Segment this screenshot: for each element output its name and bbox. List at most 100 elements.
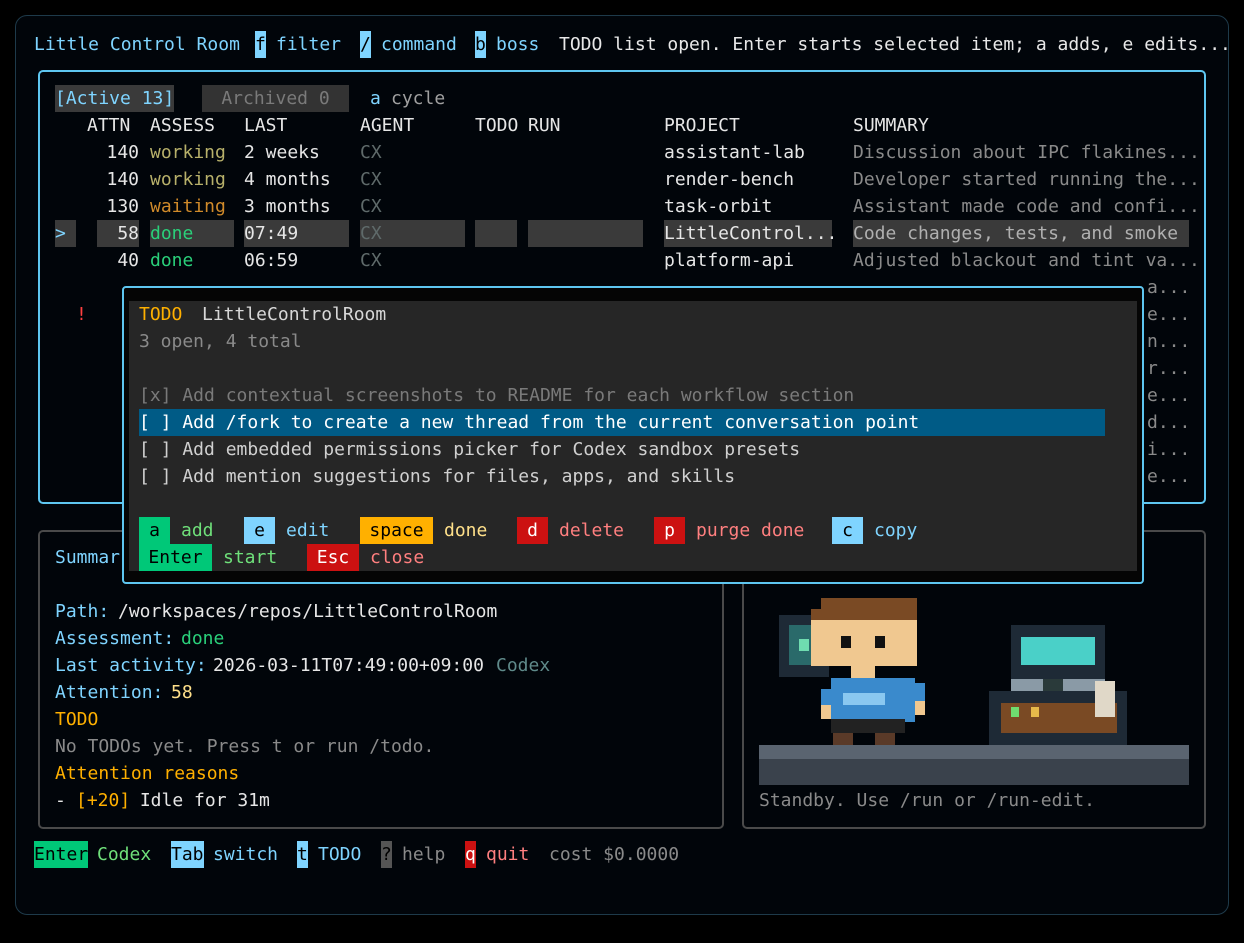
purge-key[interactable]: p bbox=[654, 517, 685, 544]
col-run: RUN bbox=[528, 115, 561, 136]
row-todo-cell[interactable] bbox=[475, 220, 517, 247]
todo-item-selected[interactable]: [ ] Add /fork to create a new thread fro… bbox=[139, 409, 919, 436]
todo-item[interactable]: [ ] Add embedded permissions picker for … bbox=[139, 436, 800, 463]
row-assess[interactable]: done bbox=[150, 220, 234, 247]
row-attn[interactable]: 58 bbox=[97, 220, 139, 247]
footer-tab-key[interactable]: Tab bbox=[171, 841, 204, 868]
summary-tail: r... bbox=[1147, 358, 1191, 379]
row-attn[interactable]: 140 bbox=[97, 166, 139, 193]
row-project[interactable]: LittleControl... bbox=[664, 220, 837, 247]
cycle-label: cycle bbox=[391, 88, 446, 109]
pixel-scene bbox=[759, 598, 1189, 785]
edit-label[interactable]: edit bbox=[286, 517, 329, 544]
row-project[interactable]: render-bench bbox=[664, 166, 794, 193]
done-key[interactable]: space bbox=[360, 517, 433, 544]
command-label[interactable]: command bbox=[381, 31, 457, 58]
close-key[interactable]: Esc bbox=[307, 544, 359, 571]
row-assess[interactable]: working bbox=[150, 139, 226, 166]
app-title: Little Control Room bbox=[34, 34, 240, 55]
col-summary: SUMMARY bbox=[853, 115, 929, 136]
todo-section-label: TODO bbox=[55, 709, 99, 730]
start-label[interactable]: start bbox=[223, 544, 277, 571]
reason-score: [+20] bbox=[76, 790, 131, 811]
row-summary[interactable]: Developer started running the... bbox=[853, 166, 1200, 193]
close-label[interactable]: close bbox=[370, 544, 424, 571]
row-summary[interactable]: Assistant made code and confi... bbox=[853, 193, 1200, 220]
row-assess[interactable]: working bbox=[150, 166, 226, 193]
boss-key[interactable]: b bbox=[475, 31, 486, 58]
activity-value: 2026-03-11T07:49:00+09:00 bbox=[213, 655, 484, 676]
col-attn: ATTN bbox=[87, 115, 131, 136]
row-project[interactable]: platform-api bbox=[664, 247, 794, 274]
path-label: Path: bbox=[55, 601, 110, 622]
row-assess[interactable]: waiting bbox=[150, 193, 226, 220]
status-message: TODO list open. Enter starts selected it… bbox=[559, 34, 1231, 55]
copy-label[interactable]: copy bbox=[874, 517, 917, 544]
tab-archived[interactable]: Archived 0 bbox=[202, 85, 349, 112]
row-agent[interactable]: CX bbox=[360, 220, 465, 247]
footer-todo-label[interactable]: TODO bbox=[318, 841, 361, 868]
summary-tail: e... bbox=[1147, 385, 1191, 406]
edit-key[interactable]: e bbox=[244, 517, 275, 544]
add-label[interactable]: add bbox=[181, 517, 214, 544]
footer-help-key[interactable]: ? bbox=[381, 841, 392, 868]
row-summary[interactable]: Adjusted blackout and tint va... bbox=[853, 247, 1200, 274]
delete-label[interactable]: delete bbox=[559, 517, 624, 544]
row-agent[interactable]: CX bbox=[360, 193, 382, 220]
footer-quit-key[interactable]: q bbox=[465, 841, 476, 868]
footer-help-label[interactable]: help bbox=[402, 841, 445, 868]
row-last[interactable]: 4 months bbox=[244, 166, 331, 193]
cycle-key[interactable]: a bbox=[370, 85, 381, 112]
row-last[interactable]: 3 months bbox=[244, 193, 331, 220]
row-summary[interactable]: Code changes, tests, and smoke c bbox=[853, 220, 1189, 247]
delete-key[interactable]: d bbox=[517, 517, 548, 544]
row-agent[interactable]: CX bbox=[360, 139, 382, 166]
start-key[interactable]: Enter bbox=[139, 544, 212, 571]
col-agent: AGENT bbox=[360, 115, 415, 136]
activity-label: Last activity: bbox=[55, 655, 207, 676]
footer-tab-label[interactable]: switch bbox=[213, 841, 278, 868]
assessment-label: Assessment: bbox=[55, 628, 175, 649]
footer-enter-key[interactable]: Enter bbox=[34, 841, 89, 868]
filter-key[interactable]: f bbox=[255, 31, 266, 58]
summary-tail: n... bbox=[1147, 331, 1191, 352]
tab-active[interactable]: [Active 13] bbox=[55, 85, 175, 112]
assessment-value: done bbox=[181, 628, 225, 649]
footer-cost: cost $0.0000 bbox=[549, 844, 680, 865]
copy-key[interactable]: c bbox=[832, 517, 863, 544]
reason-prefix: - bbox=[55, 790, 77, 811]
command-key[interactable]: / bbox=[360, 31, 371, 58]
row-attn[interactable]: 130 bbox=[97, 193, 139, 220]
row-run-cell[interactable] bbox=[528, 220, 643, 247]
purge-label[interactable]: purge done bbox=[696, 517, 804, 544]
col-last: LAST bbox=[244, 115, 288, 136]
row-last[interactable]: 07:49 bbox=[244, 220, 349, 247]
summary-tail: e... bbox=[1147, 466, 1191, 487]
attention-label: Attention: bbox=[55, 682, 164, 703]
boss-label[interactable]: boss bbox=[496, 31, 539, 58]
row-agent[interactable]: CX bbox=[360, 166, 382, 193]
filter-label[interactable]: filter bbox=[276, 31, 341, 58]
row-attn[interactable]: 140 bbox=[97, 139, 139, 166]
footer-todo-key[interactable]: t bbox=[297, 841, 308, 868]
add-key[interactable]: a bbox=[139, 517, 170, 544]
right-computer bbox=[989, 625, 1127, 747]
todo-item[interactable]: [ ] Add mention suggestions for files, a… bbox=[139, 463, 735, 490]
warning-mark: ! bbox=[76, 304, 87, 325]
row-project[interactable]: task-orbit bbox=[664, 193, 772, 220]
scene-status: Standby. Use /run or /run-edit. bbox=[759, 790, 1095, 811]
row-attn[interactable]: 40 bbox=[97, 247, 139, 274]
row-last[interactable]: 06:59 bbox=[244, 247, 298, 274]
todo-item-done[interactable]: [x] Add contextual screenshots to README… bbox=[139, 382, 854, 409]
row-assess[interactable]: done bbox=[150, 247, 193, 274]
footer-quit-label[interactable]: quit bbox=[486, 841, 529, 868]
row-selected-marker: > bbox=[55, 220, 76, 247]
col-assess: ASSESS bbox=[150, 115, 216, 136]
row-agent[interactable]: CX bbox=[360, 247, 382, 274]
row-summary[interactable]: Discussion about IPC flakines... bbox=[853, 139, 1200, 166]
row-last[interactable]: 2 weeks bbox=[244, 139, 320, 166]
row-project[interactable]: assistant-lab bbox=[664, 139, 805, 166]
footer-enter-label[interactable]: Codex bbox=[97, 841, 151, 868]
done-label[interactable]: done bbox=[444, 517, 487, 544]
summary-tail: e... bbox=[1147, 304, 1191, 325]
